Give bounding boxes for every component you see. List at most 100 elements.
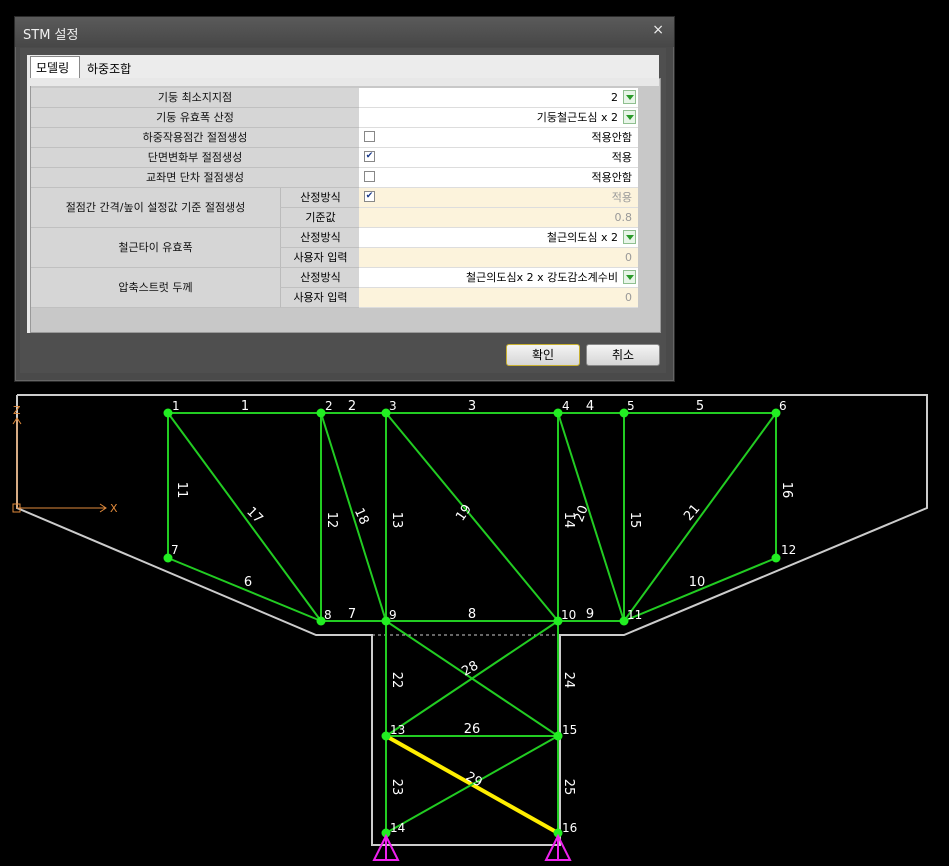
sub-dropdown[interactable]: 철근의도심x 2 x 강도감소계수비 [359, 268, 638, 288]
node-label: 12 [781, 543, 796, 557]
member-label: 19 [453, 502, 475, 524]
cancel-button[interactable]: 취소 [586, 344, 660, 366]
nodes-layer: 1 2 3 4 5 678 9 10 111213141516 [163, 399, 796, 838]
node-label: 16 [562, 821, 577, 835]
member-label: 1 [241, 399, 249, 414]
node-label: 5 [627, 399, 635, 413]
node-label: 2 [325, 399, 333, 413]
sub-value[interactable]: 0.8 [359, 208, 638, 228]
row-value-text: 적용안함 [591, 171, 632, 184]
row-checkbox[interactable] [364, 171, 375, 182]
row-value-text: 2 [611, 91, 618, 104]
node-label: 11 [627, 608, 642, 622]
member-label: 4 [586, 399, 594, 414]
member-label: 11 [174, 482, 189, 499]
sub-label: 사용자 입력 [280, 288, 360, 308]
member-label: 6 [244, 575, 252, 590]
sub-value-text: 0 [625, 291, 632, 304]
group-label: 절점간 간격/높이 설정값 기준 절점생성 [31, 188, 280, 228]
member-label: 2 [348, 399, 356, 414]
node-label: 15 [562, 723, 577, 737]
sub-value-text: 0.8 [614, 211, 633, 224]
dropdown-arrow-icon[interactable] [623, 90, 636, 104]
sub-label: 사용자 입력 [280, 248, 360, 268]
group-label: 압축스트럿 두께 [31, 268, 280, 308]
tab-panel-header [30, 78, 659, 86]
member-label: 23 [389, 779, 404, 796]
sub-value[interactable]: 0 [359, 288, 638, 308]
row-label: 단면변화부 절점생성 [31, 148, 359, 168]
member-label: 24 [561, 672, 576, 689]
node-label: 10 [561, 608, 576, 622]
sub-dropdown[interactable]: 철근의도심 x 2 [359, 228, 638, 248]
member-label: 9 [586, 607, 594, 622]
member-label: 5 [696, 399, 704, 414]
row-value[interactable]: 적용 ✔ [359, 148, 638, 168]
member-label: 3 [468, 399, 476, 414]
sub-label: 산정방식 [280, 188, 360, 208]
node-label: 6 [779, 399, 787, 413]
dialog-titlebar[interactable]: STM 설정 × [15, 17, 674, 47]
tab-modeling[interactable]: 모델링 [30, 56, 80, 80]
member-label: 25 [561, 779, 576, 796]
row-dropdown[interactable]: 기둥철근도심 x 2 [359, 108, 638, 128]
member-cross-label: 28 [459, 658, 481, 679]
node-point[interactable] [771, 553, 781, 563]
member-label: 12 [324, 512, 339, 529]
row-label: 하중작용점간 절점생성 [31, 128, 359, 148]
member-line[interactable] [385, 412, 559, 622]
sub-label: 기준값 [280, 208, 360, 228]
node-label: 8 [324, 608, 332, 622]
supports-layer [372, 833, 572, 861]
member-label: 21 [681, 502, 703, 524]
member-label: 22 [389, 672, 404, 689]
ok-button[interactable]: 확인 [506, 344, 580, 366]
sub-value[interactable]: 0 [359, 248, 638, 268]
row-label: 기둥 유효폭 산정 [31, 108, 359, 128]
node-label: 14 [390, 821, 405, 835]
row-value-text: 기둥철근도심 x 2 [536, 111, 618, 124]
sub-value-text: 0 [625, 251, 632, 264]
sub-checkbox[interactable]: ✔ [364, 191, 375, 202]
dialog-title: STM 설정 [23, 28, 79, 43]
row-checkbox[interactable] [364, 131, 375, 142]
row-value-text: 적용안함 [591, 131, 632, 144]
sub-value-text: 적용 [611, 191, 632, 204]
member-label: 16 [779, 482, 794, 499]
member-label: 18 [351, 506, 372, 527]
axis-icon [12, 417, 107, 513]
member-label: 8 [468, 607, 476, 622]
sub-value-text: 철근의도심x 2 x 강도감소계수비 [466, 271, 618, 284]
row-dropdown[interactable]: 2 [359, 88, 638, 108]
node-label: 7 [171, 543, 179, 557]
close-icon[interactable]: × [652, 22, 664, 38]
member-label: 7 [348, 607, 356, 622]
axis-x-label: X [110, 502, 118, 515]
dropdown-arrow-icon[interactable] [623, 270, 636, 284]
member-label: 10 [689, 575, 706, 590]
row-value[interactable]: 적용안함 [359, 128, 638, 148]
sub-label: 산정방식 [280, 228, 360, 248]
group-label: 철근타이 유효폭 [31, 228, 280, 268]
row-label: 기둥 최소지지점 [31, 88, 359, 108]
row-value[interactable]: 적용안함 [359, 168, 638, 188]
members-layer: 1 2 3 4 567 8 9101112 13 14 151617 18 19 20 212223242… [167, 399, 794, 835]
axis-z-label: Z [13, 404, 21, 417]
member-label: 13 [389, 512, 404, 529]
row-value-text: 적용 [611, 151, 632, 164]
dropdown-arrow-icon[interactable] [623, 110, 636, 124]
sub-value[interactable]: 적용 ✔ [359, 188, 638, 208]
sub-value-text: 철근의도심 x 2 [546, 231, 618, 244]
node-label: 1 [172, 399, 180, 413]
tab-load-combination[interactable]: 하중조합 [82, 58, 142, 78]
node-label: 13 [390, 723, 405, 737]
member-label: 26 [464, 722, 481, 737]
sub-label: 산정방식 [280, 268, 360, 288]
dropdown-arrow-icon[interactable] [623, 230, 636, 244]
node-label: 4 [562, 399, 570, 413]
node-label: 3 [389, 399, 397, 413]
node-label: 9 [389, 608, 397, 622]
member-label: 15 [627, 512, 642, 529]
row-checkbox[interactable]: ✔ [364, 151, 375, 162]
member-label: 17 [243, 504, 265, 526]
